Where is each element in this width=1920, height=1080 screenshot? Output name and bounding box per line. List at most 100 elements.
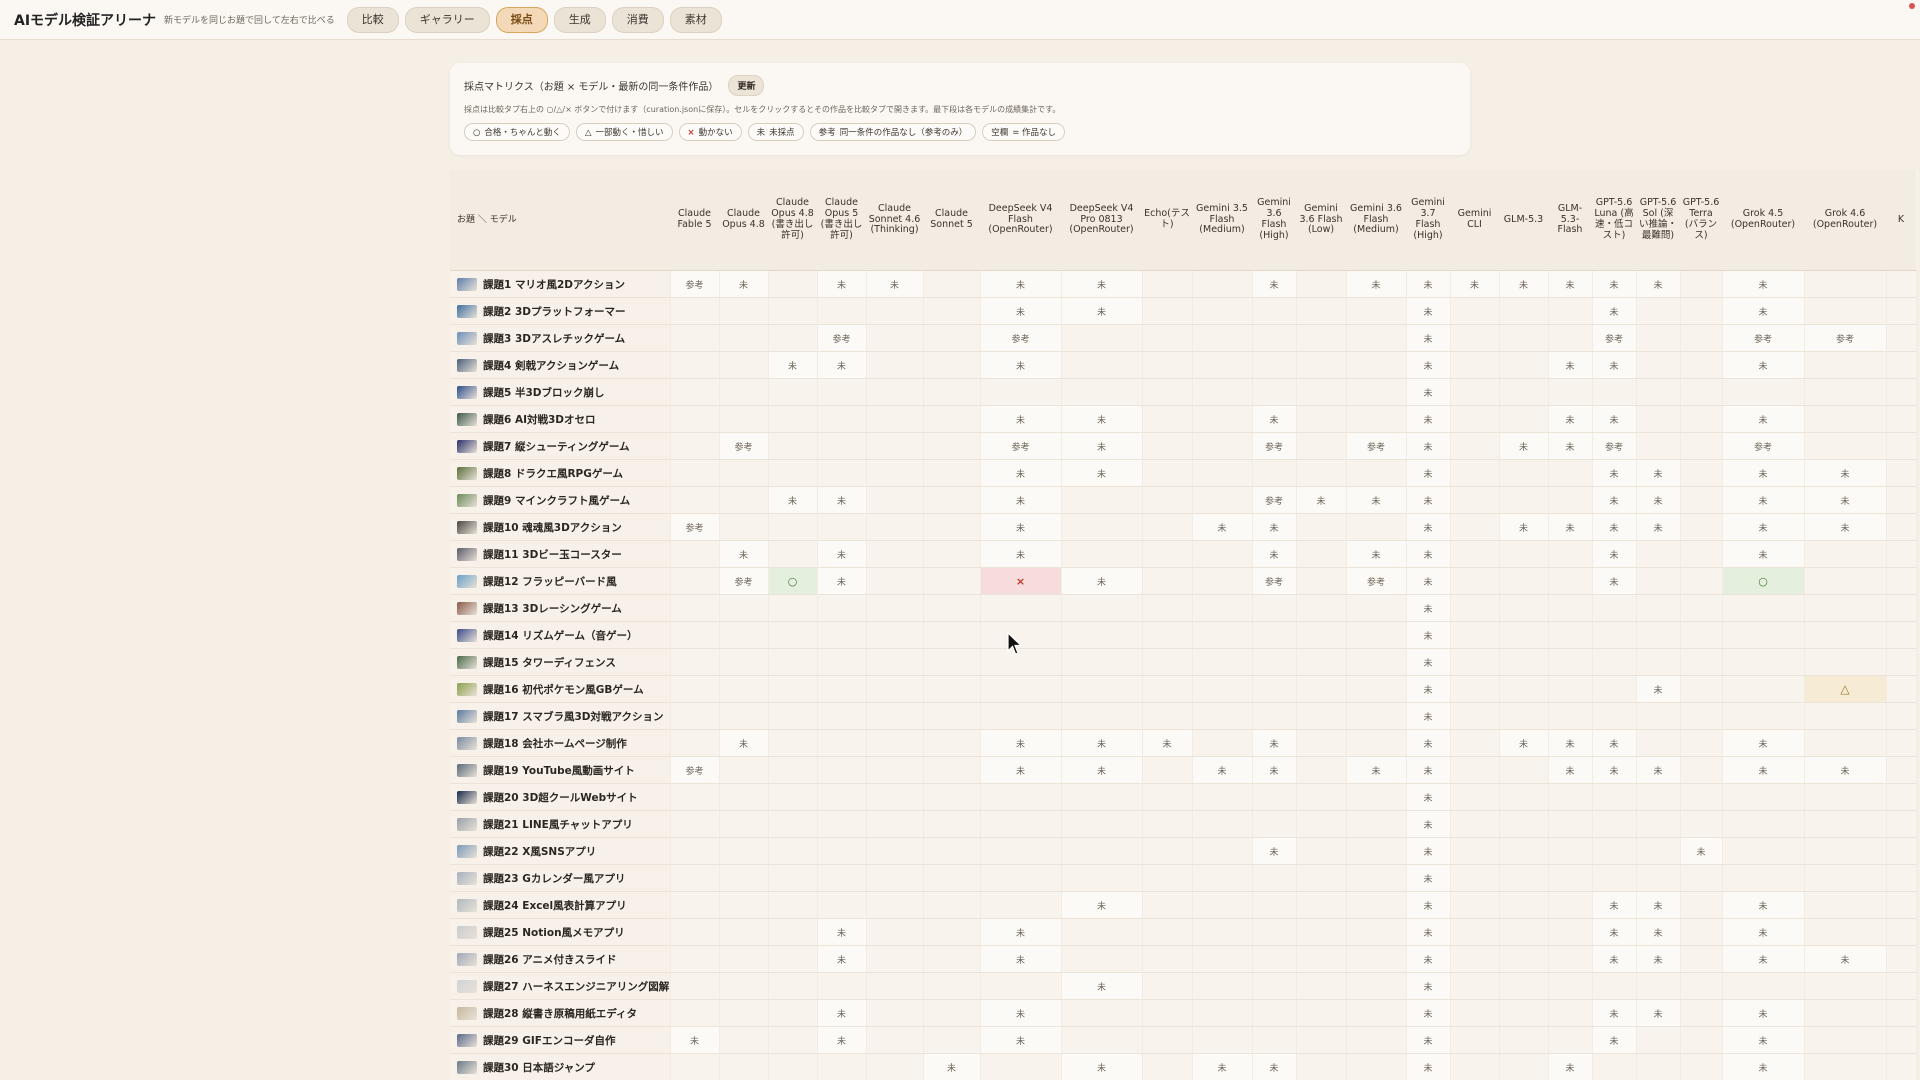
score-cell[interactable]: 未	[980, 459, 1062, 487]
score-cell[interactable]: 未	[1252, 729, 1297, 757]
score-cell[interactable]: 未	[1636, 513, 1681, 541]
score-cell[interactable]: 未	[1592, 270, 1637, 298]
score-cell[interactable]: 未	[1636, 459, 1681, 487]
task-name-cell[interactable]: 課題11 3Dビー玉コースター	[450, 540, 671, 568]
score-cell[interactable]: 未	[1252, 513, 1297, 541]
score-cell[interactable]: 未	[1406, 594, 1451, 622]
score-cell[interactable]: 未	[1722, 1026, 1805, 1054]
score-cell[interactable]: 未	[1346, 270, 1407, 298]
task-name-cell[interactable]: 課題29 GIFエンコーダ自作	[450, 1026, 671, 1054]
score-cell[interactable]: 未	[1252, 837, 1297, 865]
score-cell[interactable]: 未	[768, 351, 818, 379]
score-cell[interactable]: 未	[1406, 1053, 1451, 1080]
score-cell[interactable]: 未	[1722, 270, 1805, 298]
score-cell[interactable]: 未	[1499, 513, 1549, 541]
task-name-cell[interactable]: 課題28 縦書き原稿用紙エディタ	[450, 999, 671, 1027]
score-cell[interactable]: 未	[1406, 432, 1451, 460]
score-cell[interactable]: 未	[1061, 729, 1143, 757]
task-name-cell[interactable]: 課題17 スマブラ風3D対戦アクション	[450, 702, 671, 730]
score-cell[interactable]: 未	[1406, 891, 1451, 919]
score-cell[interactable]: 未	[1406, 999, 1451, 1027]
score-cell[interactable]: 参考	[1722, 324, 1805, 352]
score-cell[interactable]: 未	[1192, 756, 1253, 784]
refresh-button[interactable]: 更新	[728, 75, 765, 96]
score-cell[interactable]: 参考	[1252, 567, 1297, 595]
score-cell[interactable]: 未	[1061, 459, 1143, 487]
score-cell[interactable]: 未	[1722, 486, 1805, 514]
score-cell[interactable]: 未	[1406, 783, 1451, 811]
score-cell[interactable]: 未	[1061, 972, 1143, 1000]
score-cell[interactable]: 未	[1548, 513, 1593, 541]
score-cell[interactable]: 参考	[1592, 324, 1637, 352]
score-cell[interactable]: 未	[1592, 945, 1637, 973]
score-cell[interactable]: 未	[1406, 459, 1451, 487]
score-cell[interactable]: 未	[1548, 405, 1593, 433]
task-name-cell[interactable]: 課題4 剣戟アクションゲーム	[450, 351, 671, 379]
task-name-cell[interactable]: 課題16 初代ポケモン風GBゲーム	[450, 675, 671, 703]
score-cell[interactable]: 未	[980, 756, 1062, 784]
score-cell[interactable]: 未	[1296, 486, 1347, 514]
score-cell[interactable]: 未	[1804, 756, 1887, 784]
score-cell[interactable]: 参考	[670, 270, 720, 298]
score-cell[interactable]: 未	[1636, 891, 1681, 919]
score-cell[interactable]: 未	[1592, 891, 1637, 919]
task-name-cell[interactable]: 課題19 YouTube風動画サイト	[450, 756, 671, 784]
task-name-cell[interactable]: 課題5 半3Dブロック崩し	[450, 378, 671, 406]
score-cell[interactable]: 未	[1061, 891, 1143, 919]
score-cell[interactable]: 未	[1592, 999, 1637, 1027]
score-cell[interactable]: 未	[980, 729, 1062, 757]
score-cell[interactable]: 未	[1406, 270, 1451, 298]
score-cell[interactable]: 参考	[719, 567, 769, 595]
score-cell[interactable]: 未	[1450, 270, 1500, 298]
score-cell[interactable]: 参考	[1252, 486, 1297, 514]
score-cell[interactable]: 参考	[1346, 432, 1407, 460]
score-cell[interactable]: 未	[1142, 729, 1193, 757]
score-cell[interactable]: 未	[817, 567, 867, 595]
score-cell[interactable]: 未	[1406, 918, 1451, 946]
task-name-cell[interactable]: 課題14 リズムゲーム（音ゲー）	[450, 621, 671, 649]
score-cell[interactable]: 未	[1406, 351, 1451, 379]
score-cell[interactable]: 未	[1548, 270, 1593, 298]
score-cell[interactable]: 未	[719, 270, 769, 298]
task-name-cell[interactable]: 課題13 3Dレーシングゲーム	[450, 594, 671, 622]
score-cell[interactable]: 未	[1636, 999, 1681, 1027]
score-cell[interactable]: 未	[817, 540, 867, 568]
score-cell[interactable]: ○	[1722, 567, 1805, 595]
score-cell[interactable]: 未	[980, 297, 1062, 325]
score-cell[interactable]: 参考	[670, 756, 720, 784]
score-cell[interactable]: 未	[1722, 999, 1805, 1027]
matrix-container[interactable]: お題 ＼ モデル Claude Fable 5 Claude Opus 4.8 Cla…	[450, 170, 1920, 1080]
score-cell[interactable]: 未	[1722, 945, 1805, 973]
score-cell[interactable]: 未	[1406, 405, 1451, 433]
score-cell[interactable]: 未	[1061, 1053, 1143, 1080]
score-cell[interactable]: 参考	[980, 432, 1062, 460]
score-cell[interactable]: 参考	[980, 324, 1062, 352]
score-cell[interactable]: △	[1804, 675, 1887, 703]
score-cell[interactable]: 未	[980, 918, 1062, 946]
score-cell[interactable]: 未	[1406, 540, 1451, 568]
task-name-cell[interactable]: 課題2 3Dプラットフォーマー	[450, 297, 671, 325]
score-cell[interactable]: 未	[980, 270, 1062, 298]
score-cell[interactable]: 参考	[670, 513, 720, 541]
score-cell[interactable]: 未	[1722, 540, 1805, 568]
score-cell[interactable]: 参考	[1722, 432, 1805, 460]
tab-3[interactable]: 生成	[553, 6, 606, 33]
score-cell[interactable]: 未	[1406, 837, 1451, 865]
score-cell[interactable]: 未	[1406, 486, 1451, 514]
score-cell[interactable]: 未	[1061, 567, 1143, 595]
score-cell[interactable]: 未	[817, 945, 867, 973]
score-cell[interactable]: 未	[1346, 486, 1407, 514]
score-cell[interactable]: 未	[1636, 486, 1681, 514]
score-cell[interactable]: 未	[1061, 405, 1143, 433]
score-cell[interactable]: 未	[1636, 675, 1681, 703]
score-cell[interactable]: 未	[1722, 891, 1805, 919]
score-cell[interactable]: 未	[1406, 810, 1451, 838]
score-cell[interactable]: 未	[1592, 405, 1637, 433]
score-cell[interactable]: 未	[1252, 270, 1297, 298]
score-cell[interactable]: 未	[1406, 297, 1451, 325]
score-cell[interactable]: 未	[719, 729, 769, 757]
score-cell[interactable]: 未	[1592, 729, 1637, 757]
score-cell[interactable]: 未	[1722, 513, 1805, 541]
score-cell[interactable]: 未	[817, 999, 867, 1027]
score-cell[interactable]: 未	[1406, 945, 1451, 973]
